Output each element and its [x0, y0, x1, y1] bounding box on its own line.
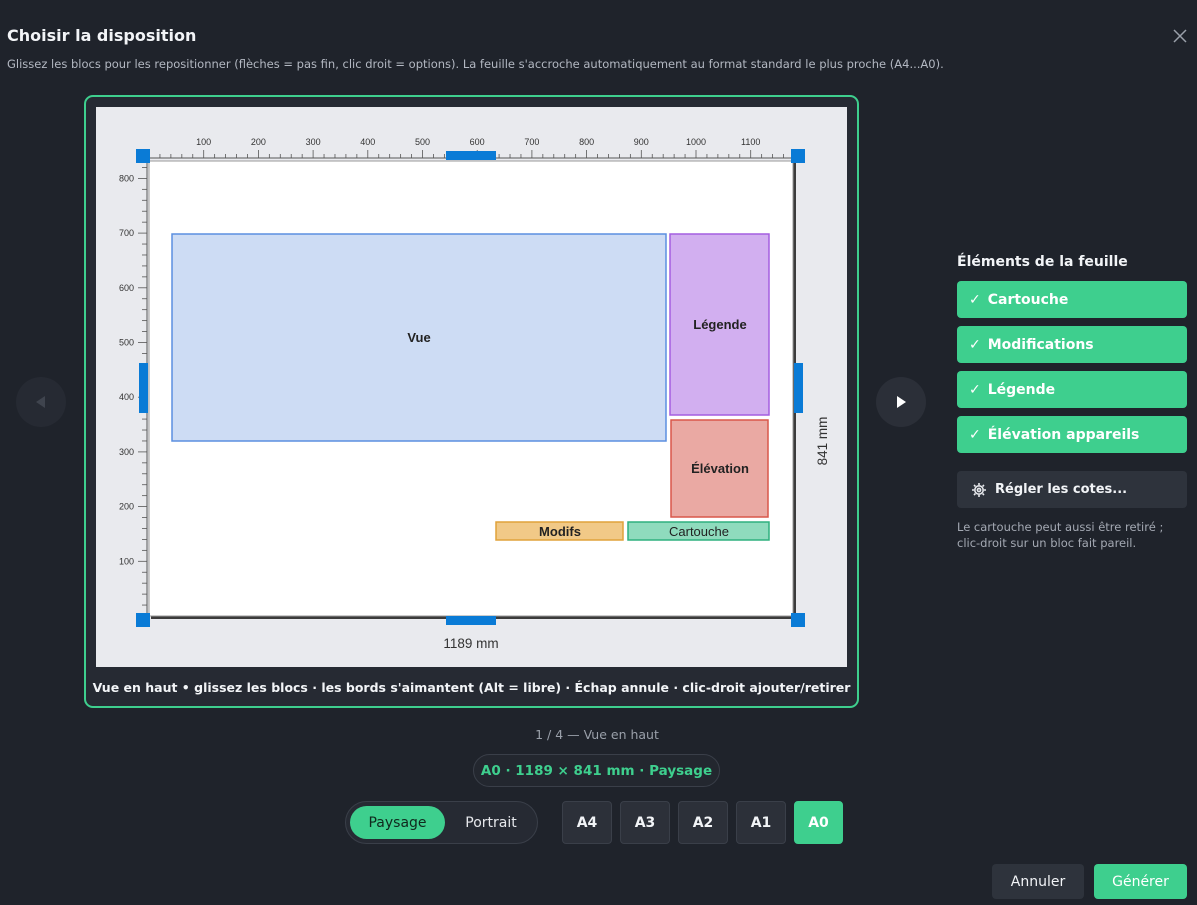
dialog-title: Choisir la disposition — [7, 26, 197, 45]
block-modifs[interactable]: Modifs — [495, 521, 624, 541]
ruler-left-label: 800 — [119, 173, 134, 183]
ruler-left-label: 300 — [119, 447, 134, 457]
preview-caption: Vue en haut • glissez les blocs · les bo… — [92, 680, 851, 695]
format-summary: A0 · 1189 × 841 mm · Paysage — [473, 754, 720, 787]
toggle-cartouche[interactable]: ✓ Cartouche — [957, 281, 1187, 318]
sheet-drawing: 100 200 300 400 500 600 700 800 900 1000 1100 800 7… — [119, 137, 830, 651]
sheet-elements-title: Éléments de la feuille — [957, 254, 1128, 270]
resize-handle-bottom-right[interactable] — [791, 613, 805, 627]
sidebar-hint: Le cartouche peut aussi être retiré ; cl… — [957, 520, 1164, 550]
resize-handle-bottom[interactable] — [446, 616, 496, 625]
toggle-modifications[interactable]: ✓ Modifications — [957, 326, 1187, 363]
adjust-dimensions-button[interactable]: Régler les cotes... — [957, 471, 1187, 508]
size-a3-button[interactable]: A3 — [620, 801, 670, 844]
block-vue-label: Vue — [407, 330, 430, 345]
ruler-top-label: 300 — [306, 137, 321, 147]
ruler-top-label: 200 — [251, 137, 266, 147]
ruler-left-label: 400 — [119, 392, 134, 402]
toggle-legende-label: Légende — [987, 381, 1056, 398]
check-icon: ✓ — [969, 426, 981, 443]
block-cartouche-label: Cartouche — [669, 524, 729, 539]
toggle-cartouche-label: Cartouche — [987, 291, 1069, 308]
ruler-left-label: 600 — [119, 283, 134, 293]
resize-handle-right[interactable] — [794, 363, 803, 413]
block-vue[interactable]: Vue — [171, 233, 667, 442]
resize-handle-top-right[interactable] — [791, 149, 805, 163]
dialog-subtitle: Glissez les blocs pour les repositionner… — [7, 57, 944, 71]
close-icon — [1173, 29, 1187, 43]
toggle-elevation-appareils-label: Élévation appareils — [987, 426, 1140, 443]
block-elevation-label: Élévation — [691, 461, 749, 476]
layout-canvas: 100 200 300 400 500 600 700 800 900 1000 1100 800 7… — [96, 107, 847, 667]
block-legende-label: Légende — [693, 317, 746, 332]
block-cartouche[interactable]: Cartouche — [627, 521, 770, 541]
toggle-modifications-label: Modifications — [987, 336, 1094, 353]
check-icon: ✓ — [969, 291, 981, 308]
cancel-button[interactable]: Annuler — [992, 864, 1084, 899]
resize-handle-bottom-left[interactable] — [136, 613, 150, 627]
ruler-top-label: 1100 — [741, 137, 760, 147]
check-icon: ✓ — [969, 336, 981, 353]
sheet-width-label: 1189 mm — [443, 636, 498, 651]
size-a0-button[interactable]: A0 — [794, 801, 843, 844]
adjust-dimensions-label: Régler les cotes... — [995, 482, 1128, 497]
gear-icon — [972, 482, 986, 497]
ruler-top-label: 900 — [634, 137, 649, 147]
resize-handle-top-left[interactable] — [136, 149, 150, 163]
ruler-left-label: 200 — [119, 502, 134, 512]
close-button[interactable] — [1170, 26, 1190, 46]
orientation-toggle: Paysage Portrait — [345, 801, 538, 844]
ruler-top-label: 800 — [579, 137, 594, 147]
check-icon: ✓ — [969, 381, 981, 398]
block-modifs-label: Modifs — [539, 524, 581, 539]
view-pager-label: 1 / 4 — Vue en haut — [535, 727, 659, 742]
previous-view-button[interactable] — [16, 377, 66, 427]
sheet-height-label: 841 mm — [815, 417, 830, 466]
ruler-left-label: 100 — [119, 556, 134, 566]
ruler-top-label: 1000 — [686, 137, 706, 147]
ruler-top-label: 100 — [196, 137, 211, 147]
triangle-right-icon — [897, 396, 906, 408]
ruler-top-label: 400 — [360, 137, 375, 147]
block-legende[interactable]: Légende — [669, 233, 770, 416]
ruler-top-label: 600 — [470, 137, 485, 147]
ruler-left-label: 700 — [119, 228, 134, 238]
next-view-button[interactable] — [876, 377, 926, 427]
generate-button[interactable]: Générer — [1094, 864, 1187, 899]
toggle-legende[interactable]: ✓ Légende — [957, 371, 1187, 408]
triangle-left-icon — [36, 396, 45, 408]
ruler-top-label: 500 — [415, 137, 430, 147]
toggle-elevation-appareils[interactable]: ✓ Élévation appareils — [957, 416, 1187, 453]
orientation-portrait[interactable]: Portrait — [449, 806, 533, 839]
size-a4-button[interactable]: A4 — [562, 801, 612, 844]
layout-preview-frame: 100 200 300 400 500 600 700 800 900 1000 1100 800 7… — [84, 95, 859, 708]
ruler-left-label: 500 — [119, 338, 134, 348]
size-a2-button[interactable]: A2 — [678, 801, 728, 844]
ruler-top-label: 700 — [524, 137, 539, 147]
resize-handle-left[interactable] — [139, 363, 148, 413]
resize-handle-top[interactable] — [446, 151, 496, 160]
block-elevation[interactable]: Élévation — [670, 419, 769, 518]
size-a1-button[interactable]: A1 — [736, 801, 786, 844]
orientation-landscape[interactable]: Paysage — [350, 806, 445, 839]
